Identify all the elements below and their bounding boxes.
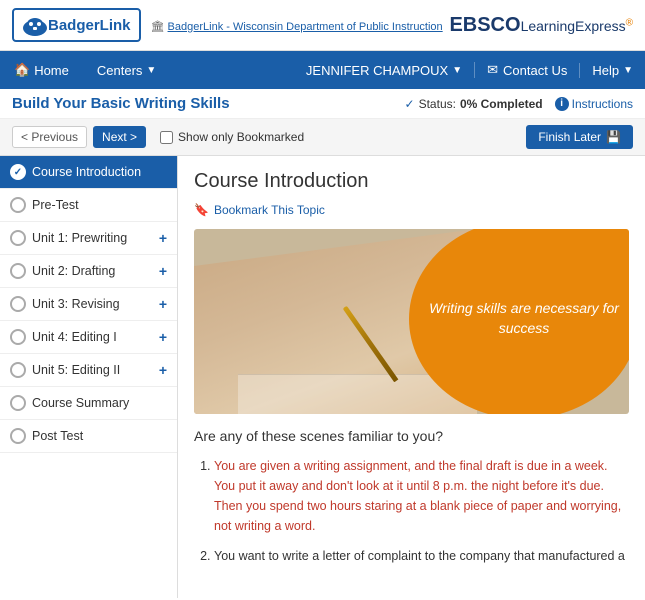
- sidebar-item-unit1[interactable]: Unit 1: Prewriting +: [0, 222, 177, 255]
- nav-centers[interactable]: Centers ▼: [83, 51, 170, 89]
- sidebar-label-6: Unit 5: Editing II: [32, 363, 120, 377]
- status-value: 0% Completed: [460, 97, 543, 111]
- passage-list: You are given a writing assignment, and …: [214, 456, 629, 566]
- bookmark-label: Bookmark This Topic: [214, 203, 325, 217]
- orange-bubble: Writing skills are necessary for success: [409, 229, 629, 414]
- top-header: BadgerLink 🏛 BadgerLink - Wisconsin Depa…: [0, 0, 645, 51]
- sidebar-item-unit2[interactable]: Unit 2: Drafting +: [0, 255, 177, 288]
- nav-centers-label: Centers: [97, 63, 143, 78]
- ebsco-text: EBSCO: [449, 14, 520, 36]
- list-item-2: You want to write a letter of complaint …: [214, 546, 629, 566]
- page-title: Build Your Basic Writing Skills: [12, 95, 230, 112]
- centers-chevron: ▼: [146, 65, 156, 76]
- sidebar-label-5: Unit 4: Editing I: [32, 330, 117, 344]
- content-title: Course Introduction: [194, 170, 629, 193]
- logo-text: BadgerLink: [48, 17, 131, 34]
- page-title-bar: Build Your Basic Writing Skills ✓ Status…: [0, 89, 645, 119]
- sidebar-circle-3: [10, 263, 26, 279]
- sidebar-label-2: Unit 1: Prewriting: [32, 231, 127, 245]
- sidebar-label-0: Course Introduction: [32, 165, 141, 179]
- status-area: ✓ Status: 0% Completed i Instructions: [405, 97, 633, 111]
- bubble-text: Writing skills are necessary for success: [429, 299, 619, 338]
- bookmark-topic[interactable]: 🔖 Bookmark This Topic: [194, 203, 629, 217]
- sidebar-label-8: Post Test: [32, 429, 83, 443]
- instructions-label: Instructions: [572, 97, 633, 111]
- expand-unit5-icon[interactable]: +: [159, 362, 167, 378]
- nav-help[interactable]: Help ▼: [579, 63, 645, 78]
- list-item: You are given a writing assignment, and …: [214, 456, 629, 536]
- controls-bar: < Previous Next > Show only Bookmarked F…: [0, 119, 645, 156]
- expand-unit1-icon[interactable]: +: [159, 230, 167, 246]
- status-badge: ✓ Status: 0% Completed: [405, 97, 543, 111]
- sidebar-item-course-intro[interactable]: ✓ Course Introduction: [0, 156, 177, 189]
- show-bookmarked-checkbox[interactable]: [160, 131, 173, 144]
- nav-bar: 🏠 Home Centers ▼ JENNIFER CHAMPOUX ▼ ✉ C…: [0, 51, 645, 89]
- list-text-2: You want to write a letter of complaint …: [214, 549, 625, 563]
- home-icon: 🏠: [14, 62, 30, 78]
- passage-intro: Are any of these scenes familiar to you?: [194, 428, 629, 444]
- sidebar-circle-8: [10, 428, 26, 444]
- envelope-icon: ✉: [487, 62, 498, 78]
- nav-home-label: Home: [34, 63, 69, 78]
- sidebar-circle-2: [10, 230, 26, 246]
- help-label: Help: [592, 63, 619, 78]
- badger-icon: [22, 14, 48, 36]
- sidebar-item-unit4[interactable]: Unit 4: Editing I +: [0, 321, 177, 354]
- ebsco-logo-area: EBSCOLearningExpress®: [449, 14, 633, 37]
- user-chevron: ▼: [452, 65, 462, 76]
- list-text-1a: You are given a writing assignment, and …: [214, 459, 621, 533]
- sidebar-label-3: Unit 2: Drafting: [32, 264, 115, 278]
- dept-info: 🏛 BadgerLink - Wisconsin Department of P…: [151, 18, 443, 33]
- sidebar-label-7: Course Summary: [32, 396, 129, 410]
- main-layout: ✓ Course Introduction Pre-Test Unit 1: P…: [0, 156, 645, 598]
- sidebar: ✓ Course Introduction Pre-Test Unit 1: P…: [0, 156, 178, 598]
- sidebar-item-summary[interactable]: Course Summary: [0, 387, 177, 420]
- save-icon: 💾: [606, 130, 621, 144]
- expand-unit2-icon[interactable]: +: [159, 263, 167, 279]
- nav-contact[interactable]: ✉ Contact Us: [474, 62, 579, 78]
- finish-later-button[interactable]: Finish Later 💾: [526, 125, 633, 149]
- finish-label: Finish Later: [538, 130, 601, 144]
- status-label: Status:: [419, 97, 456, 111]
- dept-icon: 🏛: [151, 21, 168, 33]
- contact-label: Contact Us: [503, 63, 567, 78]
- content-area: Course Introduction 🔖 Bookmark This Topi…: [178, 156, 645, 598]
- sidebar-item-unit5[interactable]: Unit 5: Editing II +: [0, 354, 177, 387]
- sidebar-circle-6: [10, 362, 26, 378]
- info-icon: i: [555, 97, 569, 111]
- sidebar-circle-5: [10, 329, 26, 345]
- show-bookmarked-label[interactable]: Show only Bookmarked: [160, 130, 304, 144]
- sidebar-label-4: Unit 3: Revising: [32, 297, 120, 311]
- sidebar-label-1: Pre-Test: [32, 198, 79, 212]
- logo-area: BadgerLink 🏛 BadgerLink - Wisconsin Depa…: [12, 8, 443, 42]
- sidebar-item-unit3[interactable]: Unit 3: Revising +: [0, 288, 177, 321]
- nav-user[interactable]: JENNIFER CHAMPOUX ▼: [294, 63, 474, 78]
- expand-unit3-icon[interactable]: +: [159, 296, 167, 312]
- hero-image: Writing skills are necessary for success: [194, 229, 629, 414]
- help-chevron: ▼: [623, 65, 633, 76]
- sidebar-circle-1: [10, 197, 26, 213]
- nav-home[interactable]: 🏠 Home: [0, 51, 83, 89]
- next-button[interactable]: Next >: [93, 126, 146, 148]
- sidebar-circle-4: [10, 296, 26, 312]
- sidebar-circle-0: ✓: [10, 164, 26, 180]
- check-icon: ✓: [405, 97, 415, 111]
- badgerlink-logo[interactable]: BadgerLink: [12, 8, 141, 42]
- instructions-link[interactable]: i Instructions: [555, 97, 633, 111]
- bookmark-check-label: Show only Bookmarked: [178, 130, 304, 144]
- user-name: JENNIFER CHAMPOUX: [306, 63, 448, 78]
- sidebar-item-post-test[interactable]: Post Test: [0, 420, 177, 453]
- learning-text: LearningExpress: [521, 18, 626, 34]
- expand-unit4-icon[interactable]: +: [159, 329, 167, 345]
- trademark: ®: [626, 17, 633, 28]
- sidebar-circle-7: [10, 395, 26, 411]
- sidebar-item-pre-test[interactable]: Pre-Test: [0, 189, 177, 222]
- prev-button[interactable]: < Previous: [12, 126, 87, 148]
- bookmark-icon: 🔖: [194, 203, 209, 217]
- dept-link[interactable]: BadgerLink - Wisconsin Department of Pub…: [168, 21, 443, 33]
